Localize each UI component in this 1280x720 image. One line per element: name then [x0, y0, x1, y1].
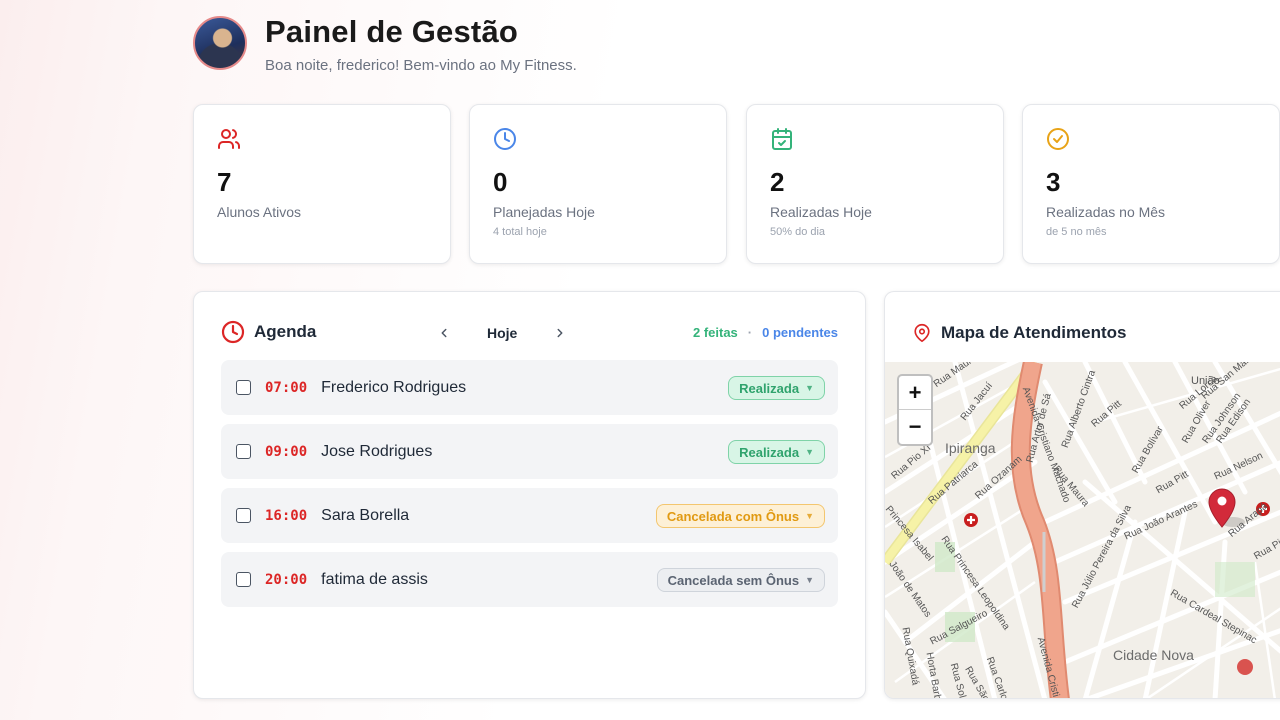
agenda-header: Agenda [221, 320, 316, 344]
stat-card-done-today: 2 Realizadas Hoje 50% do dia [746, 104, 1004, 264]
appointment-time: 09:00 [265, 443, 308, 460]
chevron-down-icon: ▼ [805, 575, 814, 585]
page-title: Painel de Gestão [265, 14, 519, 49]
pending-count: 0 pendentes [762, 325, 838, 340]
zoom-in-button[interactable]: + [899, 376, 931, 410]
agenda-summary: 2 feitas · 0 pendentes [693, 325, 838, 340]
current-day-label[interactable]: Hoje [487, 325, 517, 341]
appointment-time: 16:00 [265, 507, 308, 524]
stat-value: 7 [217, 167, 232, 197]
clock-icon [221, 320, 245, 344]
map-canvas[interactable]: Ipiranga Cidade Nova União Avenida Crist… [885, 362, 1280, 698]
status-select[interactable]: Cancelada com Ônus ▼ [655, 504, 825, 528]
map-zoom-control: + − [897, 374, 933, 446]
stat-card-planned-today: 0 Planejadas Hoje 4 total hoje [469, 104, 727, 264]
agenda-title: Agenda [254, 322, 317, 341]
stat-value: 0 [493, 167, 508, 197]
status-label: Realizada [739, 444, 800, 460]
appointment-checkbox[interactable] [236, 444, 251, 459]
appointment-time: 07:00 [265, 379, 308, 396]
status-select[interactable]: Cancelada sem Ônus ▼ [656, 568, 825, 592]
status-label: Realizada [739, 380, 800, 396]
map-label: Ipiranga [945, 440, 996, 456]
stat-sub: 50% do dia [770, 226, 826, 238]
appointment-row[interactable]: 20:00 fatima de assis Cancelada sem Ônus… [221, 552, 838, 607]
status-select[interactable]: Realizada ▼ [728, 376, 825, 400]
appointment-checkbox[interactable] [236, 572, 251, 587]
chevron-right-icon [557, 328, 563, 338]
stat-value: 3 [1046, 167, 1061, 197]
welcome-subtitle: Boa noite, frederico! Bem-vindo ao My Fi… [265, 57, 577, 74]
stat-label: Planejadas Hoje [493, 204, 595, 220]
status-label: Cancelada sem Ônus [667, 572, 800, 588]
stat-card-done-month: 3 Realizadas no Mês de 5 no mês [1022, 104, 1280, 264]
calendar-check-icon [772, 128, 792, 150]
done-count: 2 feitas [692, 325, 738, 340]
appointment-name: Frederico Rodrigues [321, 378, 467, 396]
appointment-name: fatima de assis [321, 570, 428, 588]
stat-label: Alunos Ativos [217, 204, 302, 220]
stat-sub: de 5 no mês [1046, 226, 1107, 238]
agenda-panel: Agenda Hoje 2 feitas · 0 pendentes 07:00… [193, 291, 866, 699]
appointment-name: Sara Borella [321, 506, 410, 524]
stat-card-active-students: 7 Alunos Ativos [193, 104, 451, 264]
appointment-row[interactable]: 09:00 Jose Rodrigues Realizada ▼ [221, 424, 838, 479]
appointment-checkbox[interactable] [236, 508, 251, 523]
zoom-out-button[interactable]: − [899, 410, 931, 444]
prev-day-button[interactable] [433, 322, 455, 344]
stat-label: Realizadas Hoje [770, 204, 872, 220]
clock-icon [494, 128, 516, 150]
status-select[interactable]: Realizada ▼ [728, 440, 825, 464]
avatar[interactable] [193, 16, 247, 70]
appointment-checkbox[interactable] [236, 380, 251, 395]
chevron-down-icon: ▼ [805, 511, 814, 521]
stat-label: Realizadas no Mês [1046, 204, 1166, 220]
check-circle-icon [1047, 128, 1069, 150]
chevron-down-icon: ▼ [805, 383, 814, 393]
next-day-button[interactable] [549, 322, 571, 344]
appointment-row[interactable]: 16:00 Sara Borella Cancelada com Ônus ▼ [221, 488, 838, 543]
stat-value: 2 [770, 167, 785, 197]
stat-sub: 4 total hoje [493, 226, 547, 238]
map-pin-icon [914, 323, 930, 343]
appointment-name: Jose Rodrigues [321, 442, 433, 460]
map-title: Mapa de Atendimentos [941, 323, 1127, 342]
users-icon [218, 129, 240, 149]
map-panel: Mapa de Atendimentos Ipiranga Cidade Nov… [884, 291, 1280, 699]
map-label: Cidade Nova [1113, 647, 1194, 663]
summary-separator: · [747, 325, 753, 340]
chevron-left-icon [441, 328, 447, 338]
map-header: Mapa de Atendimentos [913, 323, 1126, 343]
status-label: Cancelada com Ônus [666, 508, 800, 524]
chevron-down-icon: ▼ [805, 447, 814, 457]
appointment-row[interactable]: 07:00 Frederico Rodrigues Realizada ▼ [221, 360, 838, 415]
appointment-time: 20:00 [265, 571, 308, 588]
